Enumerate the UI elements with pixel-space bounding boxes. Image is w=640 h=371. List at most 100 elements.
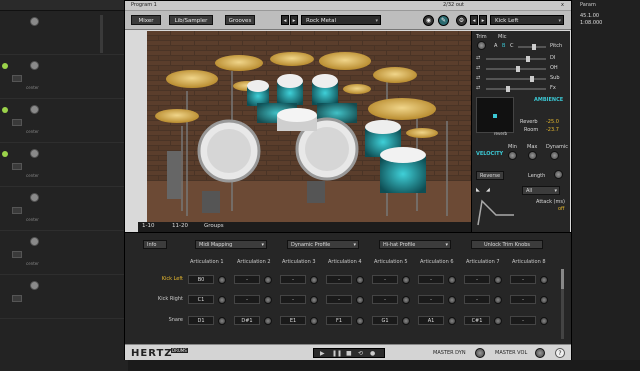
tab-1-10[interactable]: 1-10 [142, 223, 154, 229]
info-button[interactable]: Info [143, 240, 167, 249]
daw-track[interactable]: center [0, 99, 128, 143]
envelope-curve[interactable] [476, 197, 516, 227]
articulation-note-cell[interactable]: - [234, 275, 260, 284]
mic-button-b[interactable]: B [502, 43, 505, 49]
articulation-note-cell[interactable]: - [326, 275, 352, 284]
trim-knob[interactable] [402, 296, 410, 304]
mixer-button[interactable]: Mixer [131, 15, 161, 25]
link-icon[interactable]: ⇄ [476, 75, 480, 81]
trim-knob[interactable] [218, 296, 226, 304]
track-button[interactable] [12, 119, 22, 126]
articulation-note-cell[interactable]: C#1 [464, 316, 490, 325]
trim-knob[interactable] [477, 41, 486, 50]
curve-icon[interactable]: ◢ [486, 187, 490, 193]
articulation-note-cell[interactable]: - [510, 275, 536, 284]
length-knob[interactable] [554, 170, 563, 179]
kit-next-arrow-icon[interactable]: ▸ [290, 15, 298, 25]
articulation-note-cell[interactable]: E1 [280, 316, 306, 325]
output-routing[interactable]: 2/32 out [443, 2, 464, 8]
daw-track[interactable]: center [0, 231, 128, 275]
trim-knob[interactable] [494, 276, 502, 284]
articulation-select[interactable]: Kick Left ▾ [490, 15, 564, 25]
mapping-scrollbar[interactable] [561, 269, 564, 339]
articulation-note-cell[interactable]: - [464, 295, 490, 304]
track-button[interactable] [12, 207, 22, 214]
trim-knob[interactable] [218, 317, 226, 325]
loop-icon[interactable]: ⟲ [358, 350, 363, 357]
pan-knob[interactable] [30, 237, 39, 246]
articulation-prev-arrow-icon[interactable]: ◂ [470, 15, 478, 25]
articulation-note-cell[interactable]: - [280, 275, 306, 284]
curve-icon[interactable]: ◣ [476, 187, 480, 193]
track-button[interactable] [12, 75, 22, 82]
gear-icon[interactable]: ⚙ [456, 15, 467, 26]
link-icon[interactable]: ⇄ [476, 65, 480, 71]
trim-knob[interactable] [264, 317, 272, 325]
articulation-note-cell[interactable]: - [418, 295, 444, 304]
help-button[interactable]: ? [555, 348, 565, 358]
trim-knob[interactable] [448, 296, 456, 304]
velocity-max-knob[interactable] [528, 151, 537, 160]
trim-knob[interactable] [448, 317, 456, 325]
midi-mapping-select[interactable]: Midi Mapping ▾ [195, 240, 267, 249]
record-icon[interactable]: ● [370, 350, 375, 357]
trim-knob[interactable] [448, 276, 456, 284]
articulation-note-cell[interactable]: B0 [188, 275, 214, 284]
ambience-xy-pad[interactable] [476, 97, 514, 133]
pan-knob[interactable] [30, 105, 39, 114]
trim-knob[interactable] [264, 296, 272, 304]
master-vol-knob[interactable] [535, 348, 545, 358]
oh-slider[interactable] [486, 66, 546, 72]
articulation-note-cell[interactable]: A1 [418, 316, 444, 325]
close-icon[interactable]: x [561, 2, 564, 8]
daw-track[interactable] [0, 11, 128, 55]
link-icon[interactable]: ⇄ [476, 85, 480, 91]
reverse-button[interactable]: Reverse [476, 171, 504, 180]
articulation-note-cell[interactable]: - [234, 295, 260, 304]
transport-controls[interactable]: ▶ ❚❚ ■ ⟲ ● [313, 348, 385, 358]
trim-knob[interactable] [494, 317, 502, 325]
trim-knob[interactable] [540, 276, 548, 284]
dynamic-knob[interactable] [550, 151, 559, 160]
kit-select[interactable]: Rock Metal ▾ [301, 15, 381, 25]
pause-icon[interactable]: ❚❚ [332, 350, 342, 357]
grooves-button[interactable]: Grooves [225, 15, 255, 25]
pan-knob[interactable] [30, 281, 39, 290]
pan-knob[interactable] [30, 149, 39, 158]
edit-icon[interactable]: ✎ [438, 15, 449, 26]
trim-knob[interactable] [540, 317, 548, 325]
mic-button-a[interactable]: A [494, 43, 497, 49]
articulation-note-cell[interactable]: - [372, 275, 398, 284]
tab-groups[interactable]: Groups [204, 223, 224, 229]
articulation-note-cell[interactable]: - [326, 295, 352, 304]
stop-icon[interactable]: ■ [346, 350, 352, 357]
dynamic-profile-select[interactable]: Dynamic Profile ▾ [287, 240, 359, 249]
row-label-kick-right[interactable]: Kick Right [143, 296, 183, 302]
drum-kit-stage[interactable] [147, 31, 471, 223]
master-dyn-knob[interactable] [475, 348, 485, 358]
trim-knob[interactable] [310, 296, 318, 304]
trim-knob[interactable] [264, 276, 272, 284]
hihat-profile-select[interactable]: Hi-hat Profile ▾ [379, 240, 451, 249]
articulation-note-cell[interactable]: F1 [326, 316, 352, 325]
trim-knob[interactable] [356, 317, 364, 325]
articulation-note-cell[interactable]: - [464, 275, 490, 284]
di-slider[interactable] [486, 56, 546, 62]
trim-knob[interactable] [540, 296, 548, 304]
scrollbar-thumb[interactable] [561, 269, 564, 289]
fader[interactable] [100, 15, 103, 53]
track-button[interactable] [12, 163, 22, 170]
articulation-note-cell[interactable]: - [280, 295, 306, 304]
articulation-note-cell[interactable]: - [418, 275, 444, 284]
trim-knob[interactable] [310, 276, 318, 284]
power-icon[interactable]: ◉ [423, 15, 434, 26]
trim-knob[interactable] [356, 276, 364, 284]
velocity-min-knob[interactable] [508, 151, 517, 160]
articulation-next-arrow-icon[interactable]: ▸ [479, 15, 487, 25]
trim-knob[interactable] [494, 296, 502, 304]
pan-knob[interactable] [30, 193, 39, 202]
trim-knob[interactable] [310, 317, 318, 325]
fx-slider[interactable] [486, 86, 546, 92]
xy-handle[interactable] [493, 114, 497, 118]
transport-param[interactable]: Param [580, 2, 596, 8]
